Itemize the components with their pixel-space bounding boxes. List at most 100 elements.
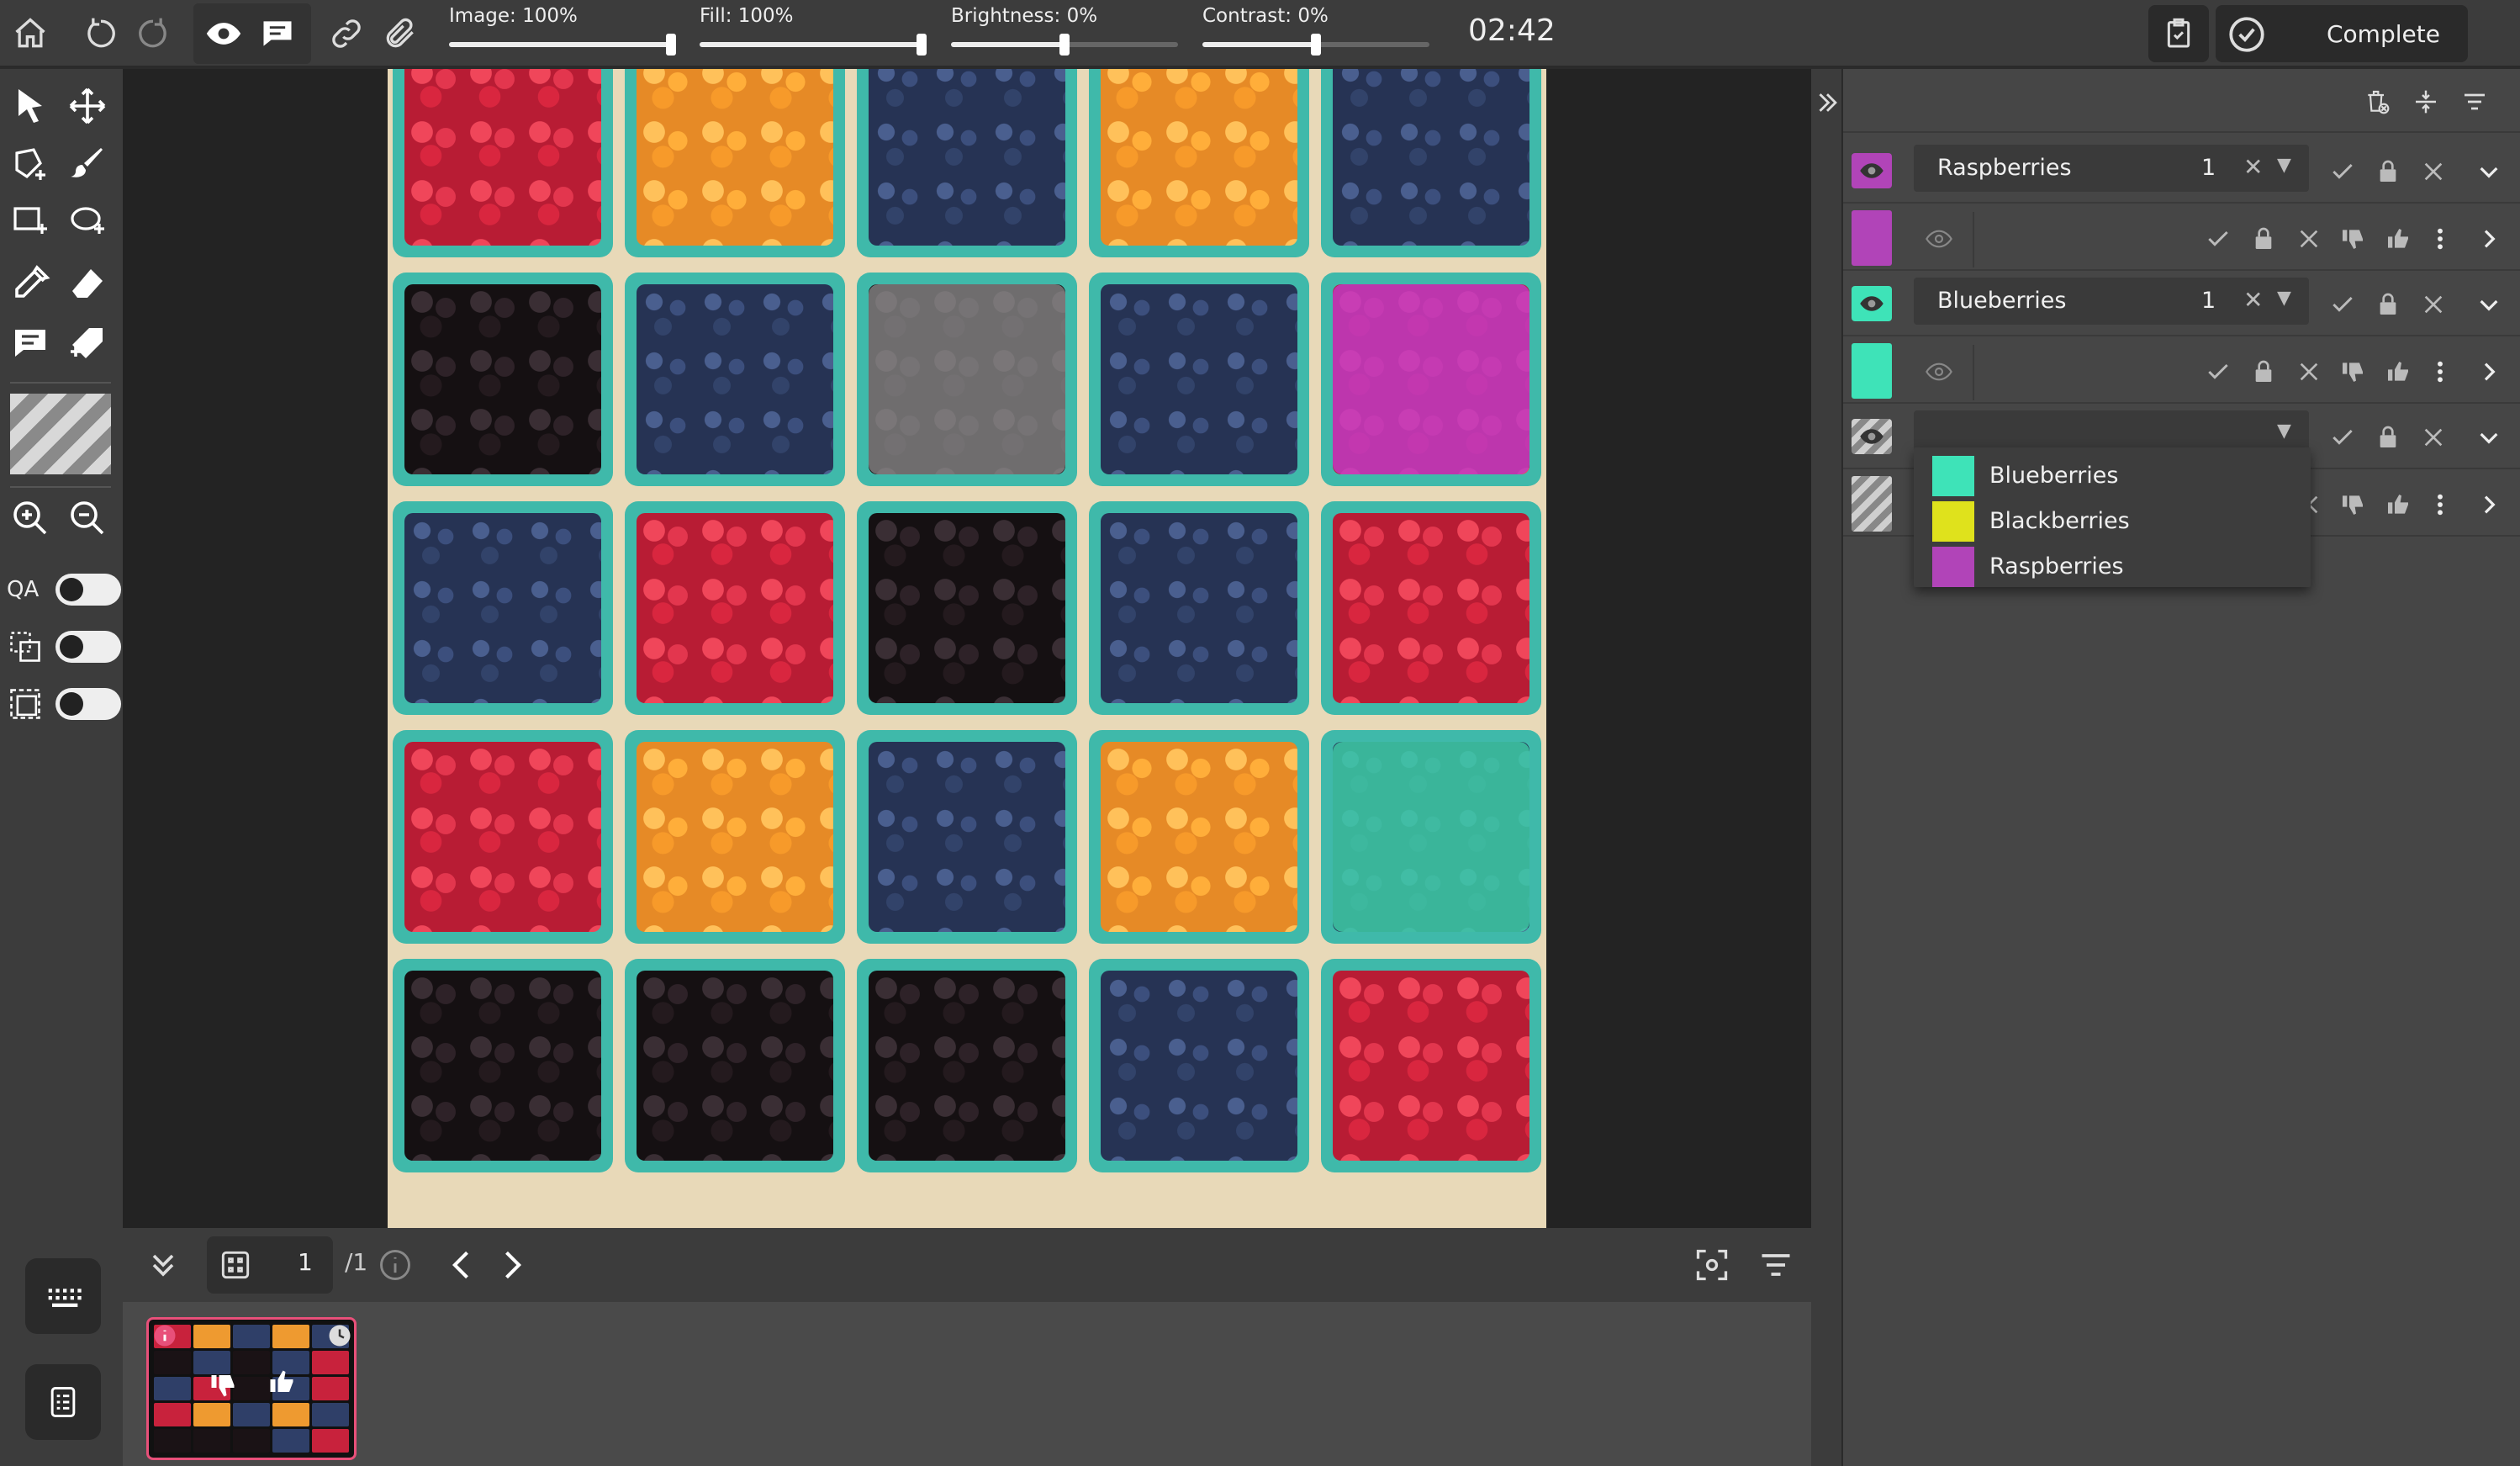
annotation-instance-row[interactable] [1843,338,2520,404]
thumbs-up-icon[interactable] [2381,488,2415,521]
expand-chevron-right-icon[interactable] [2472,488,2506,521]
undo-icon[interactable] [77,10,124,57]
thumbs-up-icon[interactable] [2381,222,2415,256]
more-options-icon[interactable] [2423,222,2457,256]
bbox-toggle[interactable] [55,688,121,720]
image-opacity-slider[interactable]: Image: 100% [449,0,676,67]
eyedropper-icon[interactable] [5,259,55,310]
expand-chevron-right-icon[interactable] [2472,355,2506,389]
reject-close-icon[interactable] [2417,288,2450,321]
contrast-slider[interactable]: Contrast: 0% [1202,0,1429,67]
image-thumbnail[interactable] [146,1317,357,1460]
visibility-eye-icon[interactable] [1852,153,1892,188]
filter-icon[interactable] [1752,1241,1799,1289]
thumbs-down-icon[interactable] [2336,355,2369,389]
annotation-instance-row[interactable] [1843,205,2520,271]
clear-class-icon[interactable]: ✕ [2243,286,2263,314]
approve-check-icon[interactable] [2326,288,2359,321]
move-icon[interactable] [62,81,113,131]
lock-icon[interactable] [2247,222,2280,256]
class-option[interactable]: Blueberries [1932,454,2302,496]
polygon-add-icon[interactable] [5,138,55,188]
dropdown-caret-icon[interactable]: ▼ [2277,155,2291,176]
image-canvas[interactable] [123,69,1811,1228]
bbox-add-icon[interactable] [5,195,55,246]
expand-chevron-down-icon[interactable] [2472,288,2506,321]
home-icon[interactable] [7,10,54,57]
reject-close-icon[interactable] [2417,421,2450,454]
instance-eye-icon[interactable] [1922,222,1956,256]
dropdown-caret-icon[interactable]: ▼ [2277,421,2291,442]
delete-all-icon[interactable] [2356,81,2398,123]
slider-knob[interactable] [1311,34,1321,56]
slider-knob[interactable] [917,34,927,56]
zoom-in-icon[interactable] [5,493,55,543]
brightness-slider[interactable]: Brightness: 0% [951,0,1178,67]
lock-icon[interactable] [2371,421,2405,454]
eraser-icon[interactable] [62,259,113,310]
complete-button[interactable]: Complete [2216,5,2468,62]
more-options-icon[interactable] [2423,355,2457,389]
lock-icon[interactable] [2247,355,2280,389]
overlap-toggle[interactable] [55,631,121,663]
approve-check-icon[interactable] [2326,155,2359,188]
lock-icon[interactable] [2371,288,2405,321]
sort-icon[interactable] [2454,81,2496,123]
slider-knob[interactable] [1059,34,1070,56]
panel-collapse-handle[interactable] [1811,69,1843,1466]
visibility-eye-icon[interactable] [1852,286,1892,321]
brush-icon[interactable] [62,138,113,188]
link-icon[interactable] [323,10,370,57]
slider-knob[interactable] [666,34,676,56]
fill-opacity-slider[interactable]: Fill: 100% [700,0,927,67]
collapse-all-icon[interactable] [2405,81,2447,123]
collapse-down-icon[interactable] [140,1241,187,1289]
redo-icon[interactable] [129,10,177,57]
segmentation-mask-unassigned[interactable] [869,284,1065,474]
comment-icon[interactable] [254,10,301,57]
reject-close-icon[interactable] [2292,222,2326,256]
clear-class-icon[interactable]: ✕ [2243,153,2263,181]
attachment-icon[interactable] [377,10,424,57]
prev-page-icon[interactable] [439,1241,486,1289]
approve-check-icon[interactable] [2201,222,2235,256]
info-icon[interactable] [372,1241,419,1289]
keyboard-shortcuts-button[interactable] [25,1258,101,1334]
segmentation-mask-blueberries[interactable] [1333,742,1529,932]
expand-chevron-right-icon[interactable] [2472,222,2506,256]
thumbs-down-icon[interactable] [2336,488,2369,521]
thumbs-up-icon[interactable] [2381,355,2415,389]
class-option[interactable]: Blackberries [1932,500,2302,542]
instance-eye-icon[interactable] [1922,355,1956,389]
annotated-image[interactable] [388,69,1546,1228]
visibility-eye-icon[interactable] [1852,419,1892,454]
class-select[interactable]: Raspberries 1 ✕ ▼ [1914,145,2309,192]
clipboard-check-button[interactable] [2148,5,2209,62]
tag-add-icon[interactable] [62,318,113,368]
expand-chevron-down-icon[interactable] [2472,155,2506,188]
approve-check-icon[interactable] [2201,355,2235,389]
next-page-icon[interactable] [488,1241,535,1289]
reject-close-icon[interactable] [2417,155,2450,188]
lock-icon[interactable] [2371,155,2405,188]
segmentation-mask-raspberries[interactable] [1333,284,1529,474]
class-select[interactable]: Blueberries 1 ✕ ▼ [1914,278,2309,325]
current-page[interactable]: 1 [298,1248,313,1276]
thumbs-down-icon[interactable] [2336,222,2369,256]
comment-tool-icon[interactable] [5,318,55,368]
approve-check-icon[interactable] [2326,421,2359,454]
zoom-out-icon[interactable] [62,493,113,543]
dropdown-caret-icon[interactable]: ▼ [2277,288,2291,309]
reject-close-icon[interactable] [2292,355,2326,389]
grid-view-icon[interactable] [212,1241,259,1289]
instructions-button[interactable] [25,1364,101,1440]
focus-frame-icon[interactable] [1688,1241,1735,1289]
qa-toggle[interactable] [55,574,121,606]
eye-icon[interactable] [200,10,247,57]
annotation-fill-pattern[interactable] [10,394,111,474]
expand-chevron-down-icon[interactable] [2472,421,2506,454]
select-pointer-icon[interactable] [5,81,55,131]
class-option[interactable]: Raspberries [1932,545,2302,587]
more-options-icon[interactable] [2423,488,2457,521]
ellipse-add-icon[interactable] [62,195,113,246]
